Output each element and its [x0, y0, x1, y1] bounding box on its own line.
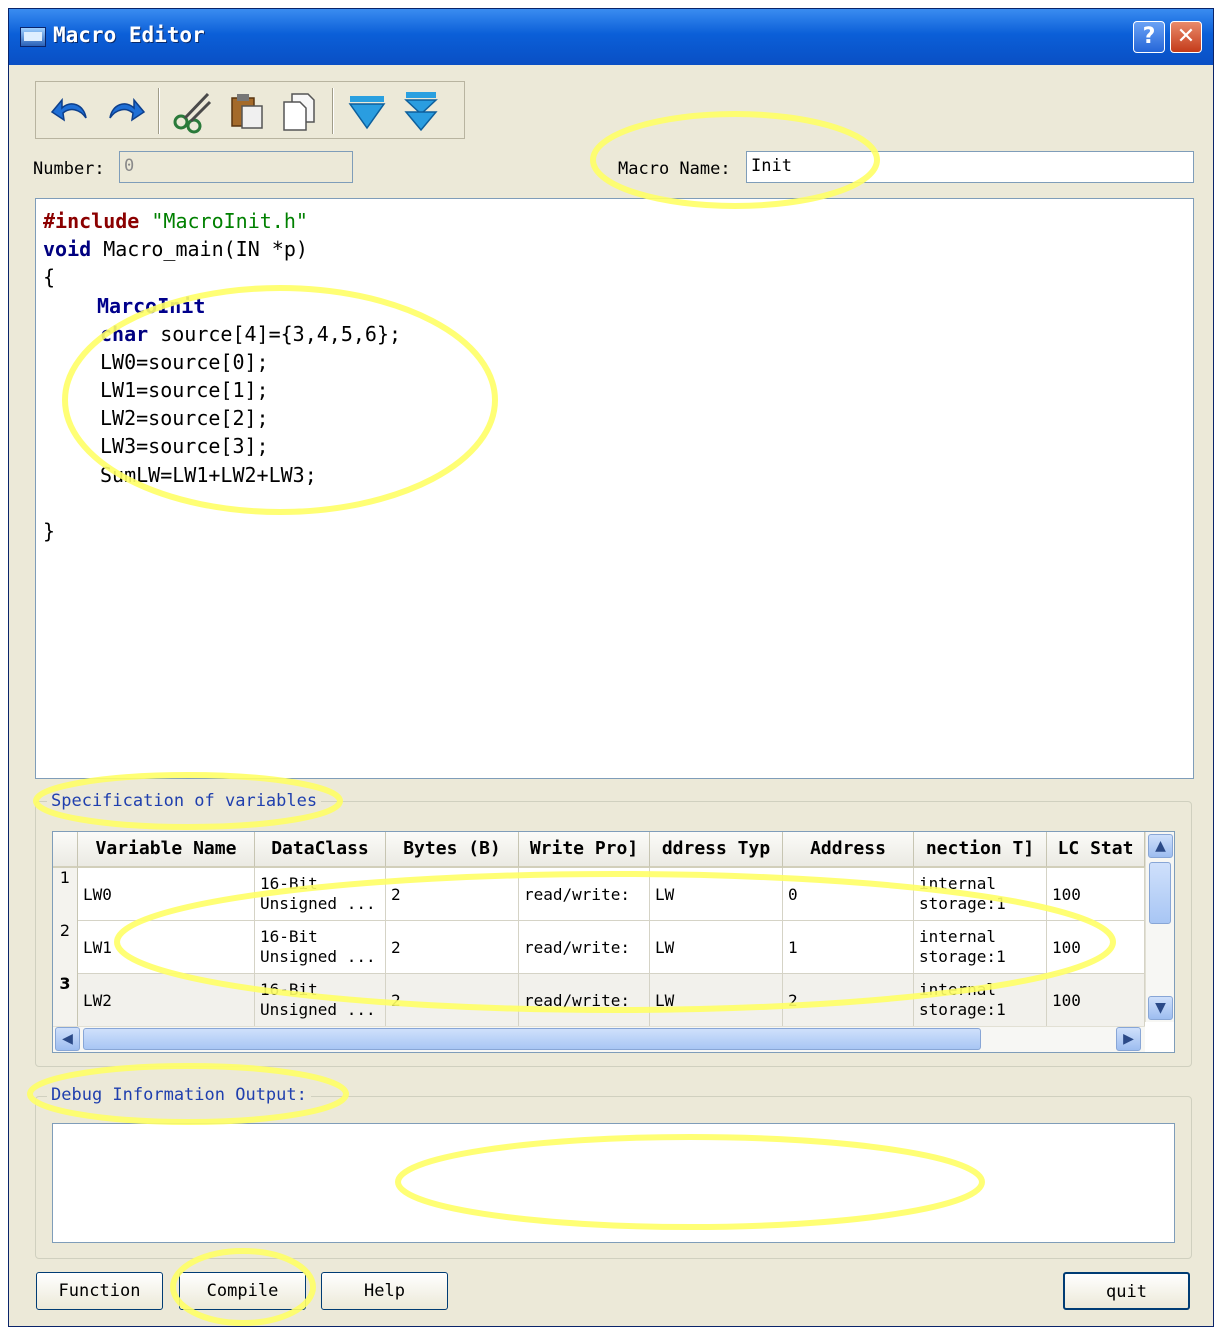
cell-variable-name[interactable]: LW0 [78, 868, 255, 921]
toolbar-separator [158, 88, 160, 134]
help-title-button[interactable]: ? [1133, 21, 1165, 53]
cell-write-protection[interactable]: read/write: [519, 921, 650, 974]
scroll-right-icon[interactable]: ▶ [1116, 1027, 1141, 1051]
cell-address[interactable]: 2 [783, 974, 914, 1027]
row-header-corner [53, 832, 78, 868]
cut-icon[interactable] [170, 88, 216, 134]
col-header-bytes[interactable]: Bytes (B) [386, 832, 519, 868]
col-header-plc-station[interactable]: LC Stat [1047, 832, 1145, 868]
code-line: } [43, 519, 56, 543]
vertical-scrollbar[interactable]: ▲ ▼ [1145, 832, 1174, 1022]
cell-address[interactable]: 1 [783, 921, 914, 974]
quit-button[interactable]: quit [1063, 1272, 1190, 1310]
cell-write-protection[interactable]: read/write: [519, 868, 650, 921]
code-macro-call: MarcoInit [97, 294, 206, 318]
macro-editor-window: Macro Editor ? ✕ Number: 0 Macro Name: I… [8, 8, 1214, 1327]
row-number: 1 [53, 868, 78, 921]
toolbar-separator [332, 88, 334, 134]
cell-dataclass[interactable]: 16-Bit Unsigned ... [255, 974, 386, 1027]
macro-name-label: Macro Name: [618, 159, 731, 179]
scroll-down-icon[interactable]: ▼ [1148, 996, 1173, 1020]
cell-plc-station[interactable]: 100 [1047, 868, 1145, 921]
copy-icon[interactable] [224, 88, 270, 134]
code-line: LW0=source[0]; [100, 350, 269, 374]
code-keyword: void [43, 237, 92, 261]
col-header-address-type[interactable]: ddress Typ [650, 832, 783, 868]
macro-name-input[interactable]: Init [746, 151, 1194, 183]
scroll-left-icon[interactable]: ◀ [55, 1027, 80, 1051]
cell-dataclass[interactable]: 16-Bit Unsigned ... [255, 868, 386, 921]
code-line: LW3=source[3]; [100, 434, 269, 458]
debug-group-title: Debug Information Output: [47, 1085, 311, 1105]
move-down-icon[interactable] [344, 88, 390, 134]
cell-connection-type[interactable]: internal storage:1 [914, 921, 1047, 974]
code-text: source[4]={3,4,5,6}; [148, 322, 402, 346]
row-number: 3 [53, 974, 78, 1027]
compile-button[interactable]: Compile [179, 1272, 306, 1310]
cell-address-type[interactable]: LW [650, 974, 783, 1027]
undo-icon[interactable] [48, 88, 94, 134]
variables-group-title: Specification of variables [47, 791, 322, 811]
col-header-dataclass[interactable]: DataClass [255, 832, 386, 868]
move-to-bottom-icon[interactable] [398, 88, 444, 134]
title-bar[interactable]: Macro Editor ? ✕ [9, 9, 1213, 65]
code-include-directive: #include [43, 209, 140, 233]
variables-table[interactable]: Variable Name DataClass Bytes (B) Write … [52, 831, 1175, 1053]
toolbar [35, 81, 465, 139]
cell-plc-station[interactable]: 100 [1047, 921, 1145, 974]
horizontal-scroll-thumb[interactable] [83, 1028, 981, 1050]
cell-write-protection[interactable]: read/write: [519, 974, 650, 1027]
code-line: LW2=source[2]; [100, 406, 269, 430]
code-editor[interactable]: #include "MacroInit.h" void Macro_main(I… [35, 198, 1194, 779]
vertical-scroll-thumb[interactable] [1149, 862, 1171, 924]
cell-plc-station[interactable]: 100 [1047, 974, 1145, 1027]
col-header-connection-type[interactable]: nection T] [914, 832, 1047, 868]
row-number: 2 [53, 921, 78, 974]
code-line: SumLW=LW1+LW2+LW3; [100, 463, 317, 487]
col-header-variable-name[interactable]: Variable Name [78, 832, 255, 868]
cell-variable-name[interactable]: LW1 [78, 921, 255, 974]
cell-bytes[interactable]: 2 [386, 868, 519, 921]
window-icon [20, 27, 46, 47]
redo-icon[interactable] [102, 88, 148, 134]
cell-connection-type[interactable]: internal storage:1 [914, 868, 1047, 921]
horizontal-scrollbar[interactable]: ◀ ▶ [53, 1026, 1145, 1052]
code-line: LW1=source[1]; [100, 378, 269, 402]
code-line: { [43, 265, 56, 289]
cell-variable-name[interactable]: LW2 [78, 974, 255, 1027]
col-header-write-protection[interactable]: Write Pro] [519, 832, 650, 868]
close-button[interactable]: ✕ [1170, 21, 1202, 53]
col-header-address[interactable]: Address [783, 832, 914, 868]
debug-output[interactable] [52, 1123, 1175, 1243]
cell-dataclass[interactable]: 16-Bit Unsigned ... [255, 921, 386, 974]
function-button[interactable]: Function [36, 1272, 163, 1310]
cell-connection-type[interactable]: internal storage:1 [914, 974, 1047, 1027]
code-include-file: "MacroInit.h" [151, 209, 308, 233]
number-field[interactable]: 0 [119, 151, 353, 183]
scroll-up-icon[interactable]: ▲ [1148, 834, 1173, 858]
cell-bytes[interactable]: 2 [386, 974, 519, 1027]
help-button[interactable]: Help [321, 1272, 448, 1310]
code-keyword: char [100, 322, 149, 346]
cell-address[interactable]: 0 [783, 868, 914, 921]
window-title: Macro Editor [53, 23, 205, 47]
cell-bytes[interactable]: 2 [386, 921, 519, 974]
cell-address-type[interactable]: LW [650, 868, 783, 921]
cell-address-type[interactable]: LW [650, 921, 783, 974]
paste-icon[interactable] [276, 88, 322, 134]
code-text: Macro_main(IN *p) [91, 237, 308, 261]
number-label: Number: [33, 159, 105, 179]
